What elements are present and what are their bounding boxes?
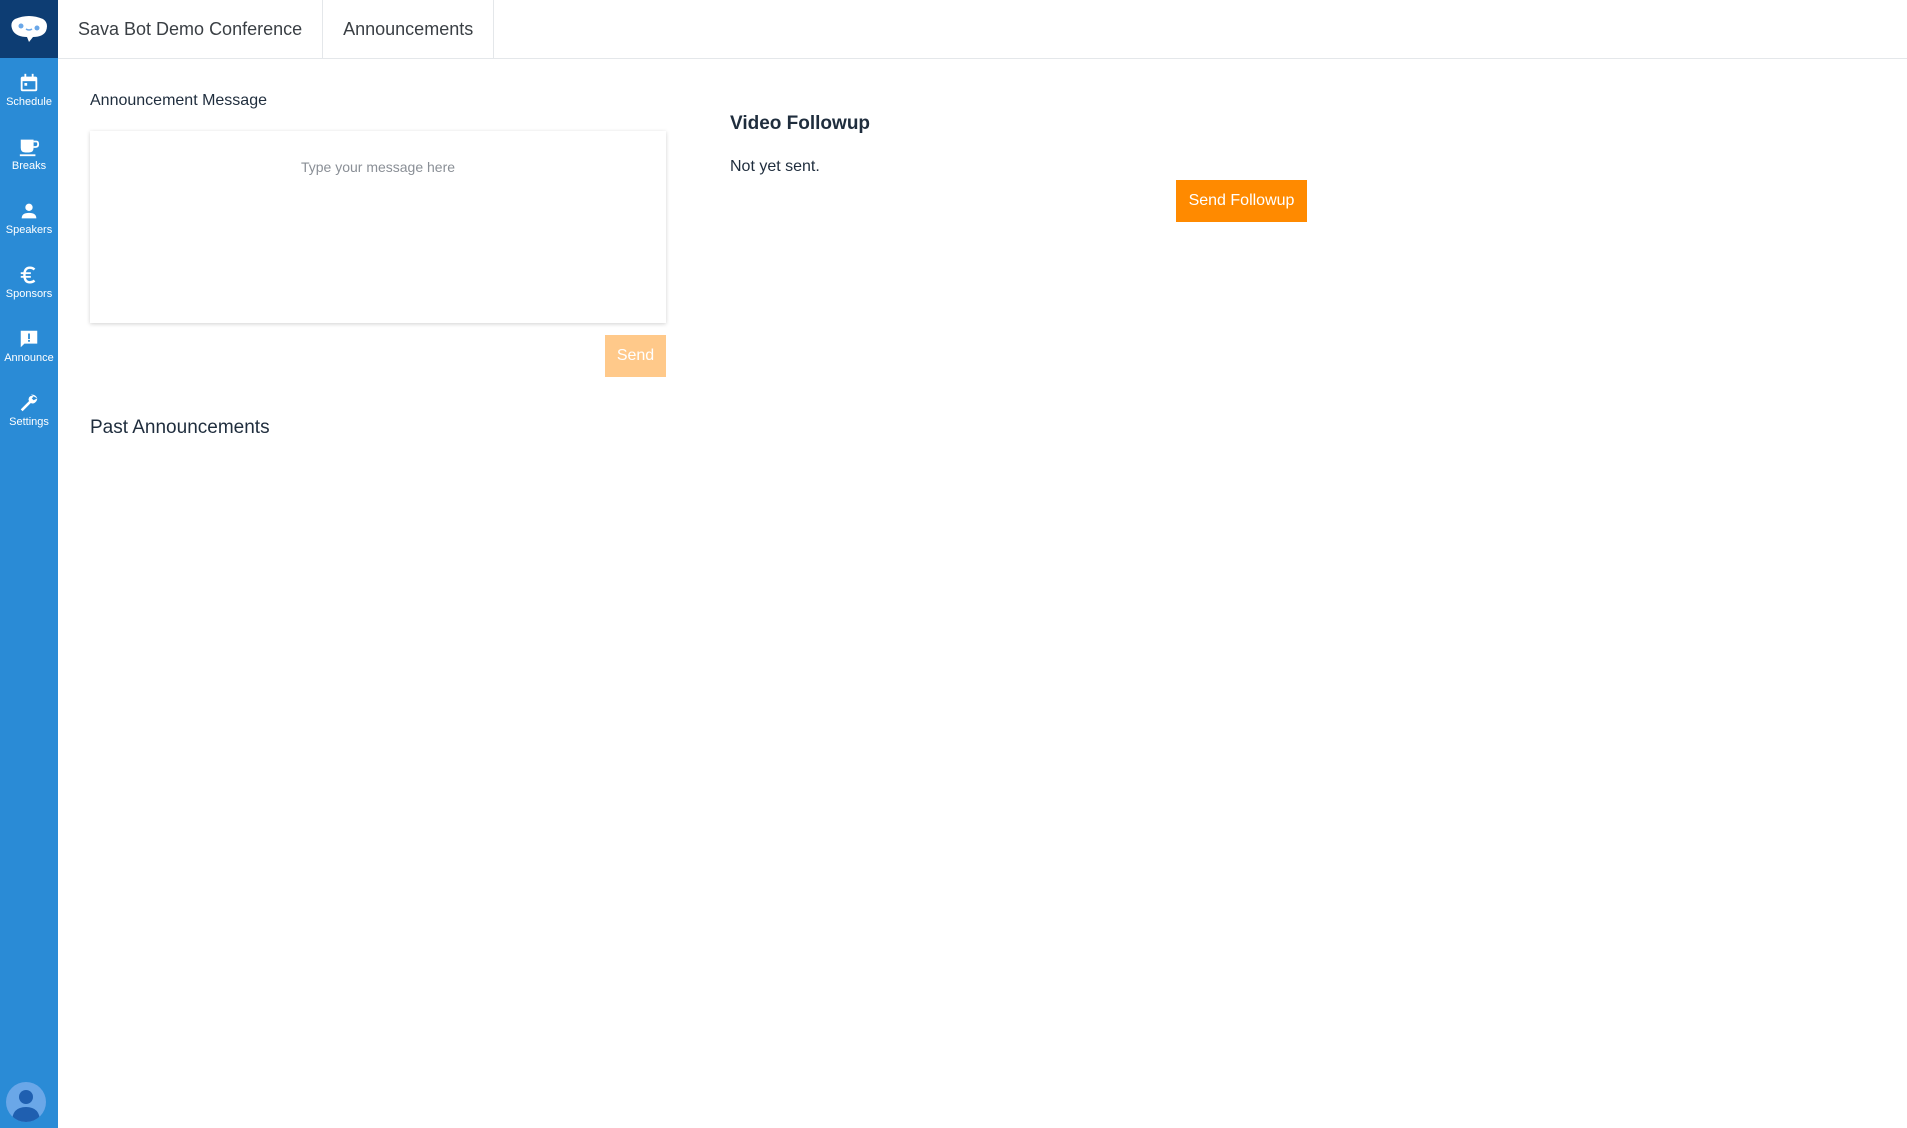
wrench-icon	[20, 394, 38, 411]
sidebar: Schedule Breaks Speakers Sponsors Announ…	[0, 0, 58, 1128]
send-button[interactable]: Send	[605, 335, 666, 377]
sidebar-item-breaks[interactable]: Breaks	[0, 122, 58, 186]
sidebar-item-schedule[interactable]: Schedule	[0, 58, 58, 122]
past-announcements-title: Past Announcements	[90, 417, 270, 438]
sidebar-item-sponsors[interactable]: Sponsors	[0, 250, 58, 314]
calendar-icon	[20, 73, 38, 91]
sidebar-item-announce[interactable]: Announce	[0, 314, 58, 378]
video-followup-status: Not yet sent.	[730, 158, 820, 175]
breadcrumb-conference[interactable]: Sava Bot Demo Conference	[58, 0, 324, 58]
video-followup-title: Video Followup	[730, 113, 871, 134]
announcement-message-label: Announcement Message	[90, 92, 267, 109]
sidebar-item-label: Announce	[4, 351, 54, 364]
chat-bot-logo-icon[interactable]	[0, 0, 58, 58]
sidebar-item-label: Breaks	[11, 159, 47, 172]
sidebar-item-label: Speakers	[5, 223, 53, 236]
sidebar-item-speakers[interactable]: Speakers	[0, 186, 58, 250]
sidebar-item-label: Sponsors	[5, 287, 53, 300]
send-followup-button[interactable]: Send Followup	[1176, 180, 1307, 222]
euro-icon	[20, 265, 36, 284]
sidebar-item-label: Schedule	[6, 95, 52, 108]
top-bar: Sava Bot Demo Conference Announcements	[58, 0, 1907, 59]
announcement-icon	[20, 330, 38, 347]
breadcrumb-announcements[interactable]: Announcements	[323, 0, 495, 58]
person-icon	[21, 203, 37, 218]
coffee-cup-icon	[19, 139, 40, 156]
announcement-message-input[interactable]	[90, 131, 666, 323]
sidebar-item-label: Settings	[9, 415, 49, 428]
user-avatar-icon[interactable]	[6, 1082, 46, 1122]
sidebar-item-settings[interactable]: Settings	[0, 378, 58, 442]
